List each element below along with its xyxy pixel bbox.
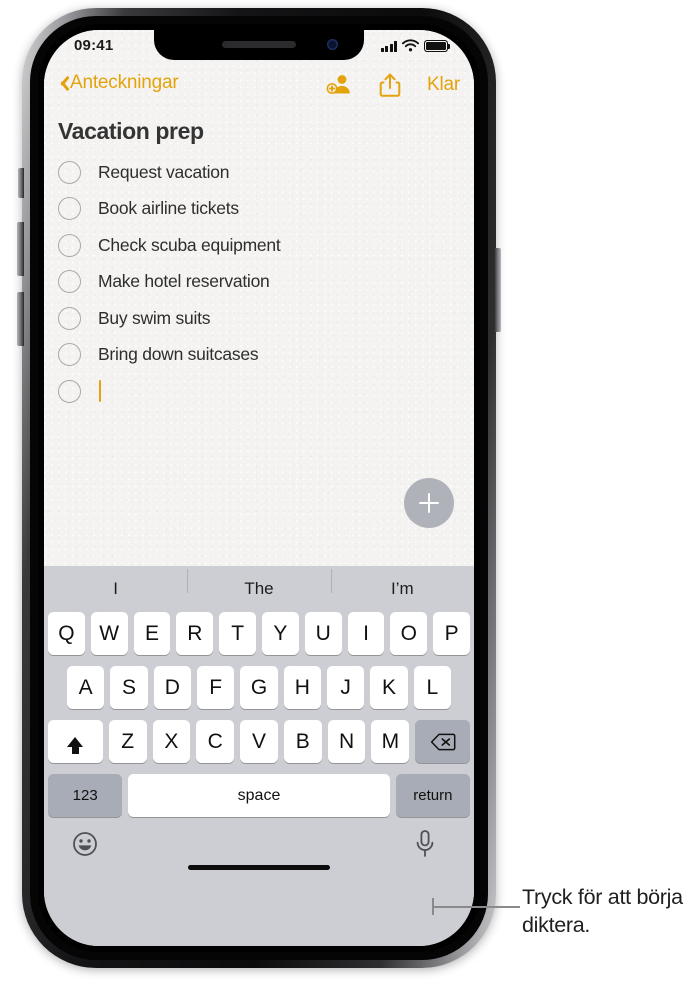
on-screen-keyboard: I The I’m Q W E R T Y U I O P A S D F G … [44,566,474,946]
share-icon[interactable] [375,70,405,100]
key-y[interactable]: Y [262,612,299,655]
checkbox-circle-icon[interactable] [58,270,81,294]
back-button-label: Anteckningar [70,72,179,93]
callout-text: Tryck för att börja diktera. [522,885,683,937]
checklist: Request vacation Book airline tickets Ch… [58,154,462,410]
checklist-item[interactable]: Request vacation [58,154,462,191]
note-title: Vacation prep [58,118,204,144]
dictation-mic-key[interactable] [412,829,438,859]
wifi-icon [402,39,419,52]
add-attachment-button[interactable] [404,478,454,528]
key-c[interactable]: C [196,720,235,763]
space-key[interactable]: space [128,774,390,817]
prediction-candidate[interactable]: I’m [330,569,474,599]
key-w[interactable]: W [90,612,128,655]
text-cursor [99,380,102,403]
status-indicators [380,39,451,52]
prediction-candidate[interactable]: The [187,569,330,599]
keyboard-row-4: 123 space return [44,774,474,817]
navbar-actions: Klar [323,70,460,100]
volume-down-button[interactable] [17,292,24,346]
checkbox-circle-icon[interactable] [58,379,81,403]
backspace-delete-icon [430,733,456,750]
prediction-candidate[interactable]: I [44,579,187,599]
phone-screen: Anteckningar Klar Vacation prep Request … [44,30,474,946]
volume-up-button[interactable] [17,222,24,276]
callout-leader-line [432,906,520,908]
key-r[interactable]: R [176,612,214,655]
shift-arrow-up-icon [67,736,84,754]
key-h[interactable]: H [283,666,321,709]
key-g[interactable]: G [240,666,278,709]
checklist-item-label: Bring down suitcases [98,344,259,365]
notch [154,30,364,60]
checkbox-circle-icon[interactable] [58,197,81,221]
key-u[interactable]: U [304,612,342,655]
silent-switch[interactable] [18,168,24,198]
earpiece-speaker [222,41,296,48]
cellular-signal-icon [380,41,397,52]
checklist-item[interactable]: Check scuba equipment [58,227,462,264]
keyboard-bottom-bar [44,817,474,879]
key-z[interactable]: Z [108,720,147,763]
key-o[interactable]: O [390,612,428,655]
keyboard-row-1: Q W E R T Y U I O P [44,612,474,655]
keyboard-row-2: A S D F G H J K L [44,666,474,709]
key-s[interactable]: S [110,666,148,709]
checklist-item-label: Check scuba equipment [98,234,281,255]
battery-icon [424,40,451,52]
keyboard-row-3: Z X C V B N M [44,720,474,763]
key-q[interactable]: Q [48,612,85,655]
checkbox-circle-icon[interactable] [58,160,81,184]
power-button[interactable] [494,248,501,332]
microphone-icon [416,830,434,857]
checkbox-circle-icon[interactable] [58,306,81,330]
key-a[interactable]: A [67,666,105,709]
return-key[interactable]: return [395,774,470,817]
checklist-item-active[interactable] [58,373,462,410]
key-l[interactable]: L [413,666,451,709]
key-j[interactable]: J [326,666,365,709]
home-indicator[interactable] [188,865,330,870]
checklist-item-label: Book airline tickets [98,198,239,219]
key-i[interactable]: I [347,612,385,655]
add-person-icon[interactable] [323,70,353,100]
key-x[interactable]: X [152,720,191,763]
emoji-smiley-icon [73,832,97,856]
back-to-notes-button[interactable]: Anteckningar [56,72,179,94]
navigation-bar: Anteckningar Klar [44,64,474,112]
checkbox-circle-icon[interactable] [58,233,81,257]
key-f[interactable]: F [197,666,235,709]
delete-key[interactable] [415,720,471,763]
checklist-item[interactable]: Book airline tickets [58,191,462,228]
numbers-key[interactable]: 123 [48,774,123,817]
key-k[interactable]: K [370,666,408,709]
status-time: 09:41 [74,37,114,54]
screenshot-root: Anteckningar Klar Vacation prep Request … [0,0,700,984]
checklist-item[interactable]: Bring down suitcases [58,337,462,374]
key-p[interactable]: P [433,612,470,655]
key-v[interactable]: V [240,720,278,763]
emoji-key[interactable] [72,831,98,857]
key-b[interactable]: B [283,720,322,763]
checklist-item[interactable]: Make hotel reservation [58,264,462,301]
shift-key[interactable] [47,720,103,763]
checklist-item-label: Request vacation [98,161,230,182]
key-e[interactable]: E [133,612,171,655]
predictive-text-bar: I The I’m [44,566,474,612]
key-n[interactable]: N [327,720,366,763]
checklist-item-label: Make hotel reservation [98,271,270,292]
note-editor-area[interactable]: Anteckningar Klar Vacation prep Request … [44,30,474,566]
checkbox-circle-icon[interactable] [58,343,81,367]
key-m[interactable]: M [371,720,410,763]
key-d[interactable]: D [153,666,191,709]
front-camera [327,39,338,50]
done-button[interactable]: Klar [427,74,460,96]
chevron-left-icon [56,74,67,93]
checklist-item[interactable]: Buy swim suits [58,300,462,337]
checklist-item-label: Buy swim suits [98,307,211,328]
key-t[interactable]: T [219,612,256,655]
